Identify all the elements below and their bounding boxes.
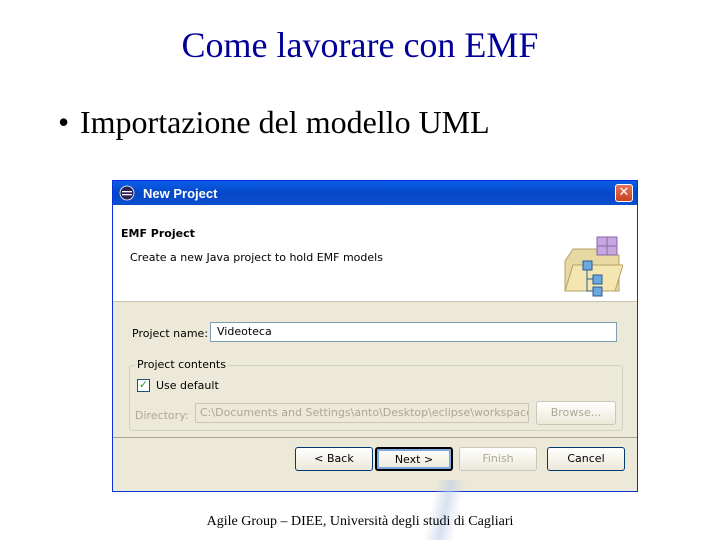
wizard-page-description: Create a new Java project to hold EMF mo… (130, 251, 383, 264)
cancel-button[interactable]: Cancel (547, 447, 625, 471)
back-button[interactable]: < Back (295, 447, 373, 471)
directory-input: C:\Documents and Settings\anto\Desktop\e… (195, 403, 529, 423)
project-name-label: Project name: (132, 327, 209, 340)
slide-footer: Agile Group – DIEE, Università degli stu… (206, 514, 514, 529)
use-default-label[interactable]: Use default (156, 379, 219, 392)
dialog-titlebar[interactable]: New Project ✕ (113, 181, 637, 205)
close-button[interactable]: ✕ (615, 184, 633, 202)
new-project-wizard-icon (564, 236, 623, 297)
button-bar-divider (113, 437, 637, 438)
wizard-page-title: EMF Project (121, 227, 195, 240)
bullet-text: Importazione del modello UML (80, 104, 490, 140)
use-default-checkbox[interactable]: ✓ (137, 379, 150, 392)
bullet-marker: • (58, 104, 70, 140)
project-name-input[interactable]: Videoteca (210, 322, 617, 342)
project-contents-legend: Project contents (135, 358, 228, 371)
checkmark-icon: ✓ (138, 378, 149, 391)
dialog-title: New Project (143, 185, 218, 201)
eclipse-icon (119, 185, 135, 201)
finish-button: Finish (459, 447, 537, 471)
wizard-header: EMF Project Create a new Java project to… (113, 205, 637, 302)
close-icon: ✕ (618, 185, 630, 200)
next-button[interactable]: Next > (375, 447, 453, 471)
slide-title: Come lavorare con EMF (181, 25, 539, 65)
bullet-line: • Importazione del modello UML (58, 104, 490, 141)
directory-label: Directory: (135, 409, 189, 422)
browse-button: Browse... (536, 401, 616, 425)
new-project-dialog: New Project ✕ EMF Project Create a new J… (112, 180, 638, 492)
